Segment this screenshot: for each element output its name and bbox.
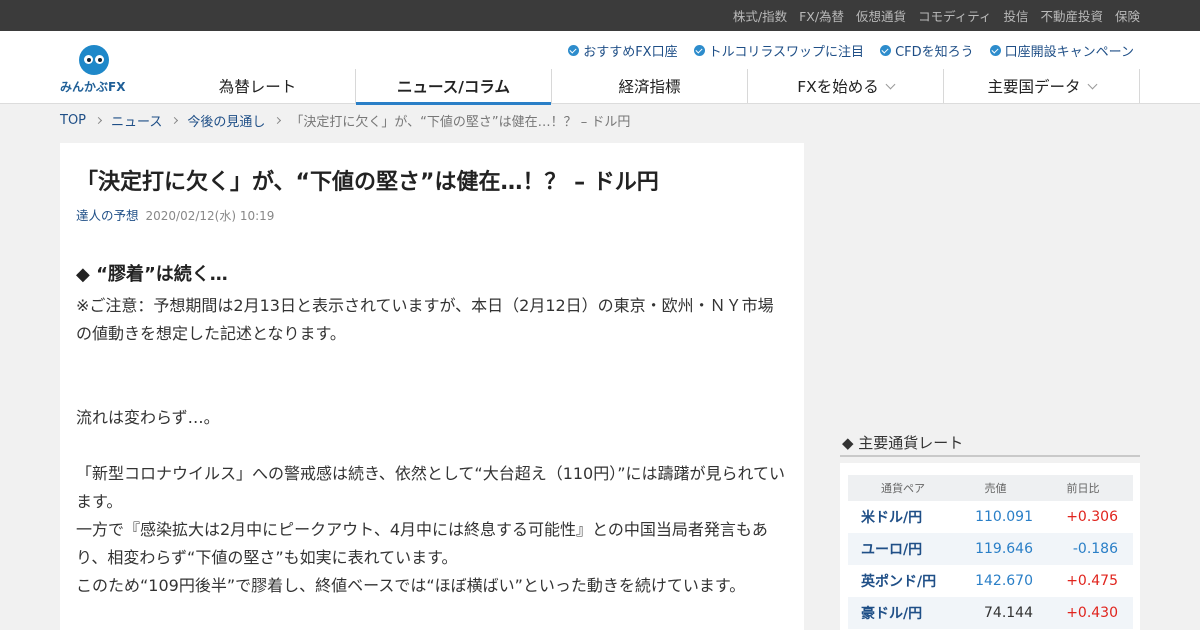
breadcrumb-outlook[interactable]: 今後の見通し — [187, 111, 265, 130]
chevron-down-icon — [1087, 79, 1097, 89]
rate-change: +0.306 — [1066, 509, 1118, 525]
top-link-realestate[interactable]: 不動産投資 — [1040, 6, 1103, 25]
top-category-links: 株式/指数 FX/為替 仮想通貨 コモディティ 投信 不動産投資 保険 — [733, 0, 1140, 31]
nav-tab-country-data[interactable]: 主要国データ — [944, 69, 1140, 103]
check-circle-icon — [693, 45, 705, 56]
check-circle-icon — [989, 45, 1001, 56]
top-bar: 株式/指数 FX/為替 仮想通貨 コモディティ 投信 不動産投資 保険 — [0, 0, 1200, 31]
article-paragraph — [76, 348, 788, 376]
article-paragraph: 流れは変わらず…。 — [76, 408, 220, 427]
rate-row[interactable]: 豪ドル/円 74.144 +0.430 — [848, 597, 1133, 629]
rates-col-bid: 売値 — [958, 475, 1033, 501]
article-paragraph: 「新型コロナウイルス」への警戒感は続き、依然として“大台超え（110円）”には躊… — [76, 464, 786, 511]
rates-table: 通貨ペア 売値 前日比 米ドル/円 110.091 +0.306 ユーロ/円 1… — [848, 475, 1133, 629]
chevron-down-icon — [885, 79, 896, 89]
chevron-right-icon — [171, 116, 179, 124]
rate-bid: 110.091 — [975, 509, 1033, 525]
logo-text: みんかぶFX — [60, 80, 126, 94]
logo-mascot-icon — [79, 45, 109, 75]
site-logo[interactable]: みんかぶFX — [60, 45, 130, 95]
nav-tab-rates[interactable]: 為替レート — [160, 69, 356, 103]
rate-pair[interactable]: ユーロ/円 — [848, 533, 958, 565]
promo-link-campaign[interactable]: 口座開設キャンペーン — [989, 41, 1134, 60]
breadcrumb-top[interactable]: TOP — [60, 113, 86, 128]
chevron-right-icon — [94, 116, 103, 124]
chevron-right-icon — [274, 116, 282, 124]
top-link-crypto[interactable]: 仮想通貨 — [856, 6, 906, 25]
article-paragraph: このため“109円後半”で膠着し、終値ベースでは“ほぼ横ばい”といった動きを続け… — [76, 576, 746, 595]
promo-link-cfd[interactable]: CFDを知ろう — [880, 41, 974, 60]
top-link-stocks[interactable]: 株式/指数 — [733, 6, 787, 25]
rates-col-pair: 通貨ペア — [848, 475, 958, 501]
nav-tab-start-fx[interactable]: FXを始める — [748, 69, 944, 103]
promo-link-try-swap[interactable]: トルコリラスワップに注目 — [693, 41, 864, 60]
article-paragraph — [76, 376, 788, 404]
article-body: ※ご注意：予想期間は2月13日と表示されていますが、本日（2月12日）の東京・欧… — [76, 292, 788, 600]
nav-tab-economic-indicators[interactable]: 経済指標 — [552, 69, 748, 103]
breadcrumb: TOP ニュース 今後の見通し 「決定打に欠く」が、“下値の堅さ”は健在…！？ … — [60, 110, 630, 130]
top-link-insurance[interactable]: 保険 — [1115, 6, 1140, 25]
article-card: 「決定打に欠く」が、“下値の堅さ”は健在…！？ – ドル円 達人の予想 2020… — [60, 143, 804, 630]
rates-col-change: 前日比 — [1033, 475, 1133, 501]
rate-row[interactable]: ユーロ/円 119.646 -0.186 — [848, 533, 1133, 565]
rates-heading: ◆ 主要通貨レート — [840, 432, 1140, 457]
article-date: 2020/02/12(水) 10:19 — [145, 209, 275, 223]
breadcrumb-current: 「決定打に欠く」が、“下値の堅さ”は健在…！？ – ドル円 — [290, 114, 631, 130]
rate-pair[interactable]: 豪ドル/円 — [848, 597, 958, 629]
rate-row[interactable]: 英ポンド/円 142.670 +0.475 — [848, 565, 1133, 597]
check-circle-icon — [568, 45, 580, 56]
rate-change: -0.186 — [1033, 533, 1133, 565]
site-header: みんかぶFX おすすめFX口座 トルコリラスワップに注目 CFDを知ろう 口座開… — [0, 31, 1200, 105]
article-title: 「決定打に欠く」が、“下値の堅さ”は健在…！？ – ドル円 — [76, 170, 659, 195]
article-paragraph: ※ご注意：予想期間は2月13日と表示されていますが、本日（2月12日）の東京・欧… — [76, 296, 774, 343]
rate-bid: 119.646 — [958, 533, 1033, 565]
rate-bid: 74.144 — [958, 597, 1033, 629]
check-circle-icon — [880, 45, 892, 56]
breadcrumb-news[interactable]: ニュース — [111, 111, 162, 130]
global-nav: 為替レート ニュース/コラム 経済指標 FXを始める 主要国データ — [160, 69, 1140, 105]
article-paragraph — [76, 432, 788, 460]
promo-link-recommended-accounts[interactable]: おすすめFX口座 — [568, 41, 678, 60]
rate-change: +0.430 — [1033, 597, 1133, 629]
article-paragraph: 一方で『感染拡大は2月中にピークアウト、4月中には終息する可能性』との中国当局者… — [76, 520, 768, 567]
article-section-heading: ◆ “膠着”は続く… — [76, 264, 228, 285]
rate-change: +0.475 — [1066, 573, 1118, 589]
top-link-funds[interactable]: 投信 — [1003, 6, 1028, 25]
promo-links: おすすめFX口座 トルコリラスワップに注目 CFDを知ろう 口座開設キャンペーン — [568, 41, 1134, 60]
rates-widget: 通貨ペア 売値 前日比 米ドル/円 110.091 +0.306 ユーロ/円 1… — [840, 463, 1140, 630]
rate-pair[interactable]: 英ポンド/円 — [848, 565, 958, 597]
rate-pair[interactable]: 米ドル/円 — [848, 501, 958, 533]
article-meta: 達人の予想 2020/02/12(水) 10:19 — [76, 205, 788, 224]
rate-row[interactable]: 米ドル/円 110.091 +0.306 — [848, 501, 1133, 533]
nav-tab-news-column[interactable]: ニュース/コラム — [356, 69, 552, 105]
article-category-link[interactable]: 達人の予想 — [76, 208, 139, 223]
top-link-fx[interactable]: FX/為替 — [799, 6, 844, 25]
rate-bid: 142.670 — [975, 573, 1033, 589]
top-link-commodity[interactable]: コモディティ — [918, 6, 991, 25]
